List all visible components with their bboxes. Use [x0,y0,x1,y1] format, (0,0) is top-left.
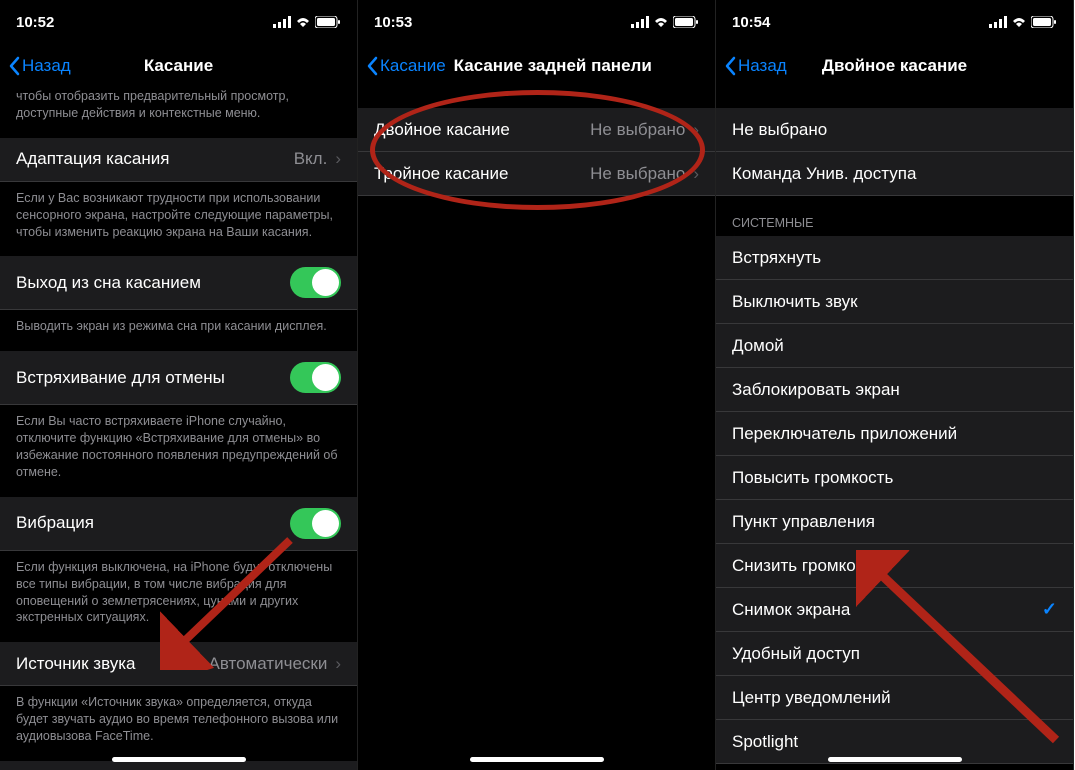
signal-icon [989,16,1007,28]
row-vibration[interactable]: Вибрация [0,497,357,551]
section-header: Системные [716,196,1073,236]
back-label: Назад [22,56,71,76]
settings-content: чтобы отобразить предварительный просмот… [0,88,357,770]
option-accessibility-shortcut[interactable]: Команда Унив. доступа [716,152,1073,196]
battery-icon [1031,16,1057,28]
option-volume-up[interactable]: Повысить громкость [716,456,1073,500]
wifi-icon [295,16,311,28]
status-icons [989,16,1057,28]
option-lock-screen[interactable]: Заблокировать экран [716,368,1073,412]
settings-content: Не выбрано Команда Унив. доступа Системн… [716,108,1073,770]
page-title: Касание [144,56,213,76]
row-back-tap[interactable]: Касание задней панели Вкл.› [0,761,357,770]
signal-icon [631,16,649,28]
page-title: Касание задней панели [454,56,652,76]
footer-text: Выводить экран из режима сна при касании… [0,310,357,351]
settings-content: Двойное касание Не выбрано› Тройное каса… [358,108,715,196]
option-reachability[interactable]: Удобный доступ [716,632,1073,676]
battery-icon [673,16,699,28]
signal-icon [273,16,291,28]
status-bar: 10:52 [0,0,357,44]
status-time: 10:53 [374,14,412,31]
row-touch-accommodation[interactable]: Адаптация касания Вкл.› [0,138,357,182]
option-home[interactable]: Домой [716,324,1073,368]
chevron-right-icon: › [335,654,341,674]
option-notification-center[interactable]: Центр уведомлений [716,676,1073,720]
chevron-left-icon [724,56,736,76]
status-bar: 10:53 [358,0,715,44]
footer-text: чтобы отобразить предварительный просмот… [0,88,357,138]
option-volume-down[interactable]: Снизить громкость [716,544,1073,588]
row-double-tap[interactable]: Двойное касание Не выбрано› [358,108,715,152]
nav-bar: Назад Касание [0,44,357,88]
nav-bar: Касание Касание задней панели [358,44,715,88]
footer-text: Если у Вас возникают трудности при испол… [0,182,357,257]
row-tap-to-wake[interactable]: Выход из сна касанием [0,256,357,310]
home-indicator [828,757,962,762]
option-control-center[interactable]: Пункт управления [716,500,1073,544]
footer-text: В функции «Источник звука» определяется,… [0,686,357,761]
footer-text: Если функция выключена, на iPhone будут … [0,551,357,643]
wifi-icon [653,16,669,28]
status-icons [631,16,699,28]
status-time: 10:52 [16,14,54,31]
row-audio-source[interactable]: Источник звука Автоматически› [0,642,357,686]
back-label: Касание [380,56,446,76]
nav-bar: Назад Двойное касание [716,44,1073,88]
option-screenshot[interactable]: Снимок экрана ✓ [716,588,1073,632]
battery-icon [315,16,341,28]
toggle-switch[interactable] [290,267,341,298]
screen-touch: 10:52 Назад Касание чтобы отобразить пре… [0,0,358,770]
option-mute[interactable]: Выключить звук [716,280,1073,324]
chevron-right-icon: › [693,120,699,140]
status-time: 10:54 [732,14,770,31]
back-button[interactable]: Назад [8,56,71,76]
back-button[interactable]: Назад [724,56,787,76]
row-triple-tap[interactable]: Тройное касание Не выбрано› [358,152,715,196]
chevron-right-icon: › [693,164,699,184]
chevron-left-icon [8,56,20,76]
chevron-left-icon [366,56,378,76]
option-app-switcher[interactable]: Переключатель приложений [716,412,1073,456]
toggle-switch[interactable] [290,362,341,393]
chevron-right-icon: › [335,149,341,169]
footer-text: Если Вы часто встряхиваете iPhone случай… [0,405,357,497]
checkmark-icon: ✓ [1042,599,1057,620]
option-shake[interactable]: Встряхнуть [716,236,1073,280]
home-indicator [112,757,246,762]
wifi-icon [1011,16,1027,28]
home-indicator [470,757,604,762]
toggle-switch[interactable] [290,508,341,539]
screen-back-tap: 10:53 Касание Касание задней панели Двой… [358,0,716,770]
back-label: Назад [738,56,787,76]
screen-double-tap: 10:54 Назад Двойное касание Не выбрано К… [716,0,1074,770]
section-header: Универсальный доступ [716,764,1073,770]
option-none[interactable]: Не выбрано [716,108,1073,152]
row-shake-undo[interactable]: Встряхивание для отмены [0,351,357,405]
back-button[interactable]: Касание [366,56,446,76]
page-title: Двойное касание [822,56,967,76]
status-bar: 10:54 [716,0,1073,44]
status-icons [273,16,341,28]
